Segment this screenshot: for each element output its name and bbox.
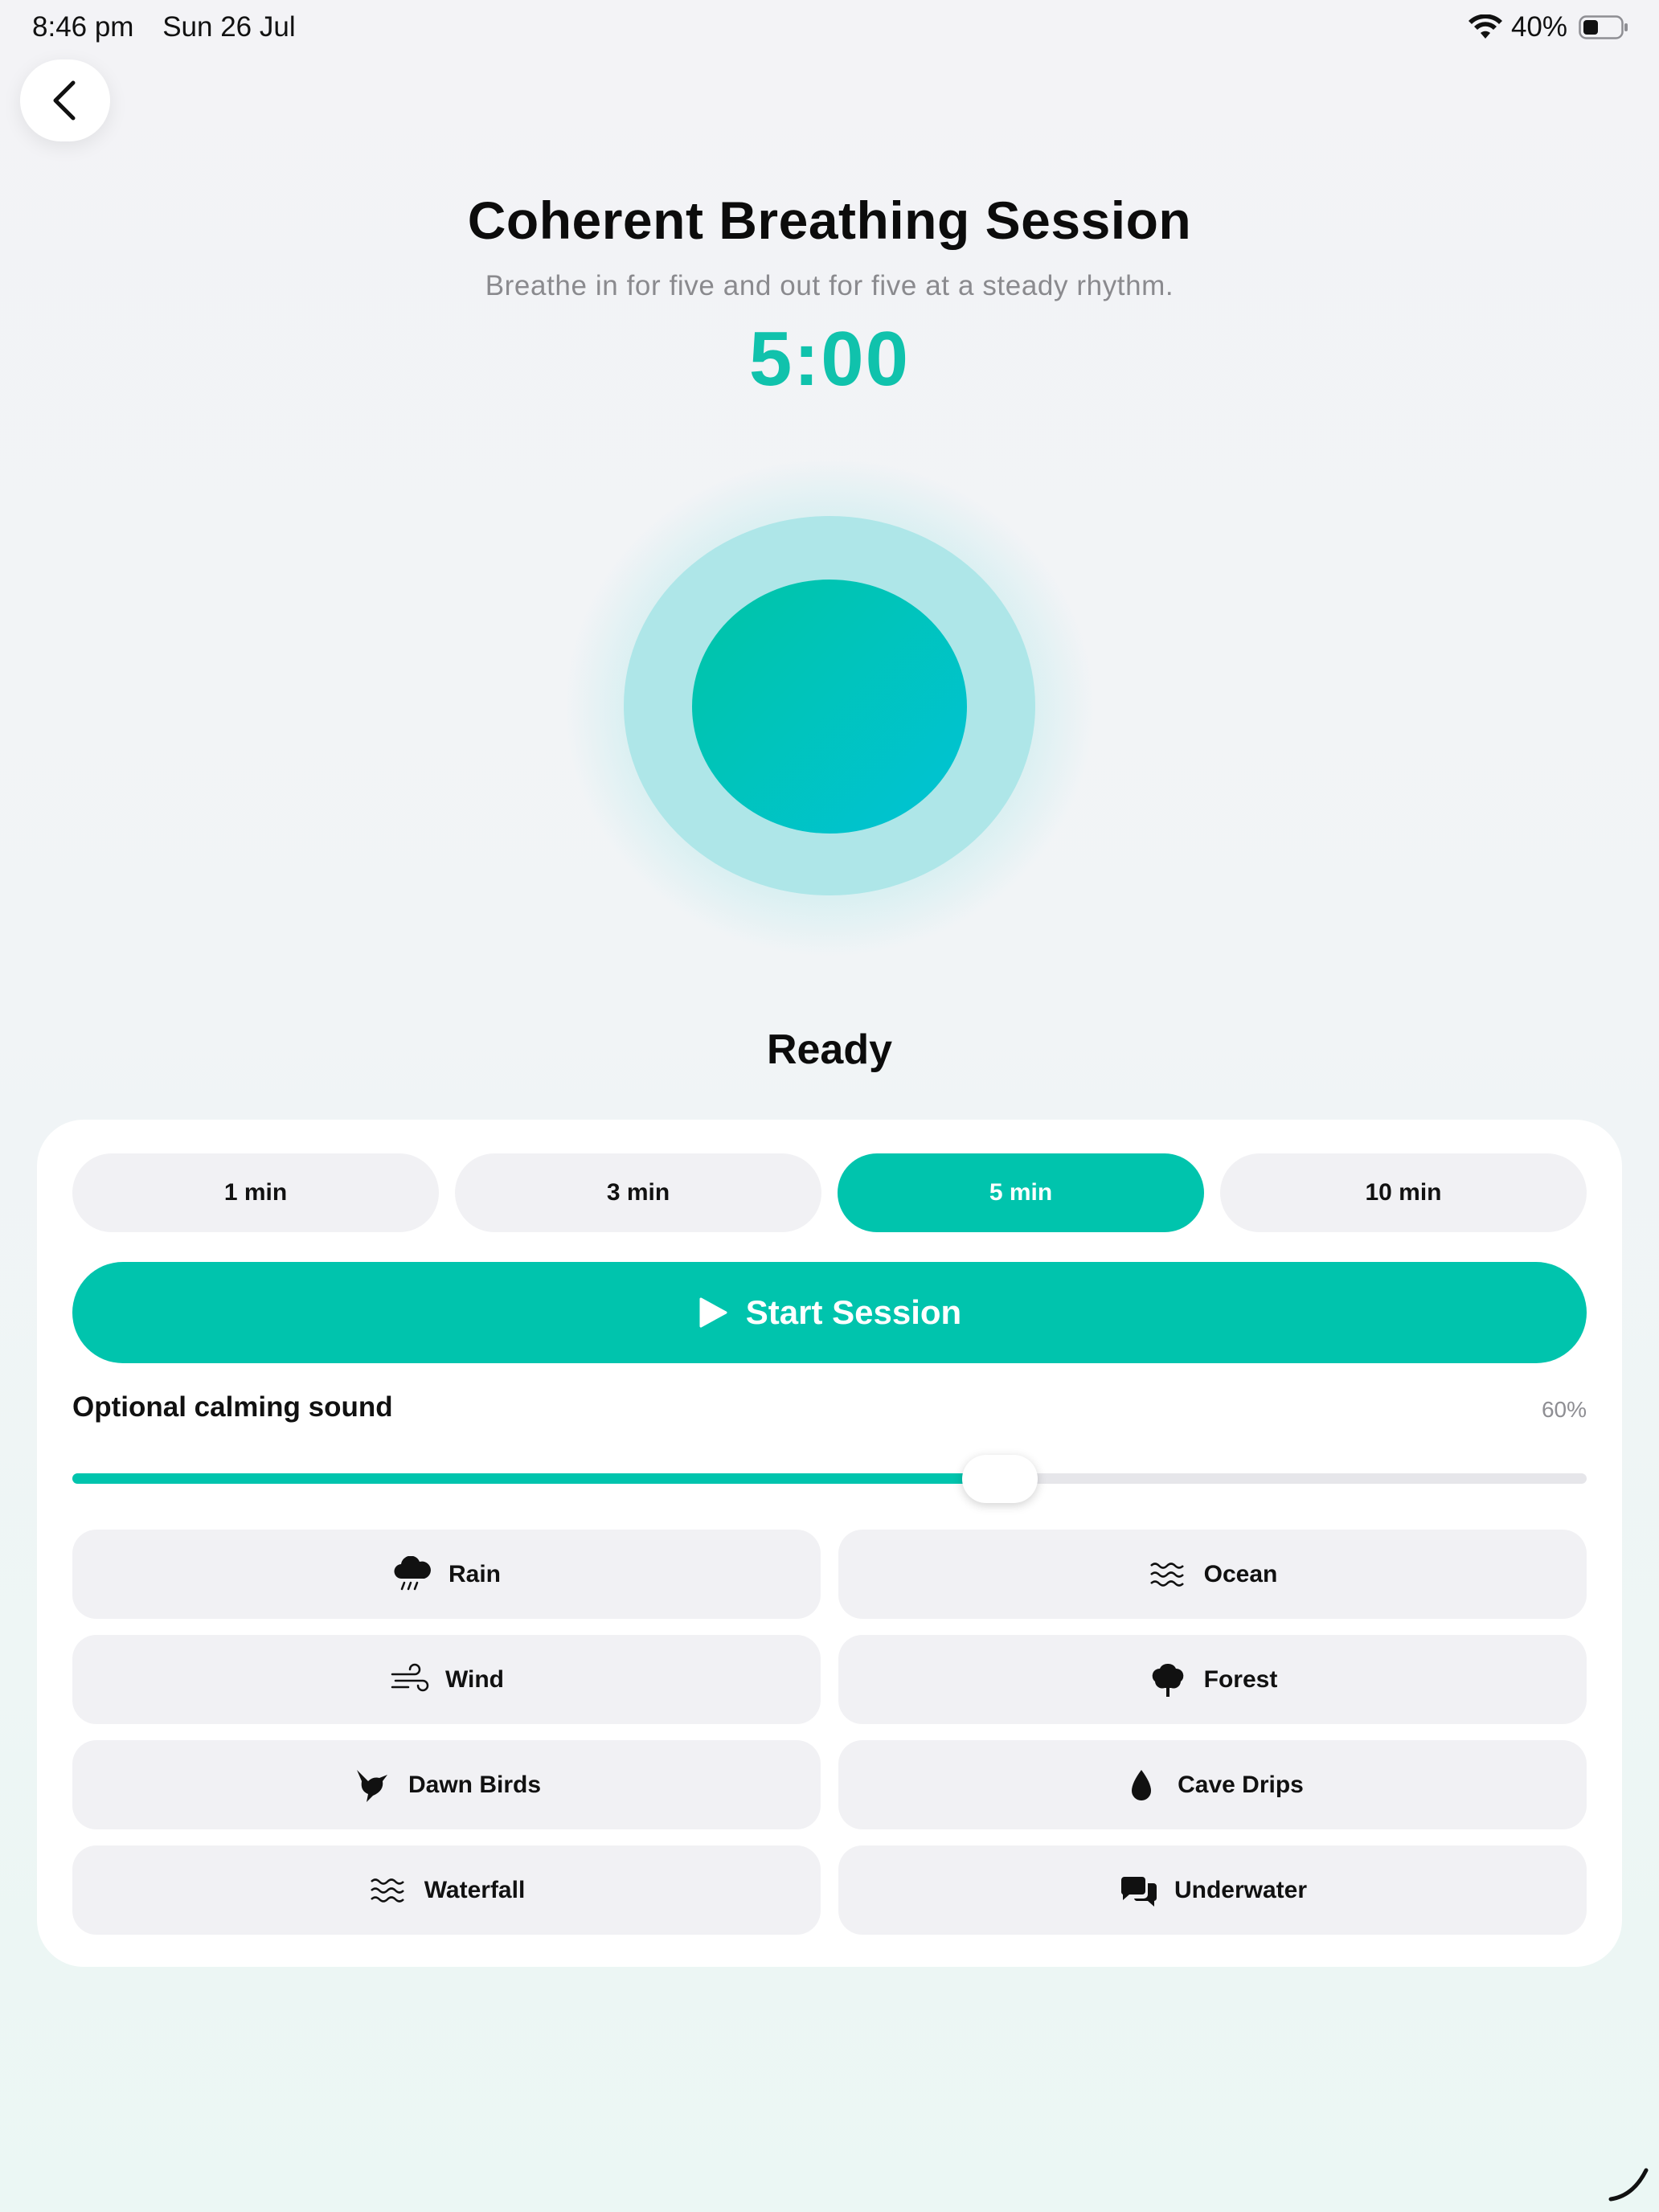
sound-option-label: Rain — [448, 1560, 501, 1587]
drop-icon — [1132, 1769, 1152, 1800]
chevron-left-icon — [53, 80, 76, 121]
status-time-date: 8:46 pm Sun 26 Jul — [32, 11, 296, 43]
volume-slider-thumb[interactable] — [962, 1455, 1038, 1503]
battery-percent: 40% — [1510, 11, 1567, 43]
breathing-phase-label: Ready — [766, 1026, 893, 1073]
sound-option-underwater[interactable]: Underwater — [838, 1845, 1587, 1935]
sound-option-label: Underwater — [1174, 1876, 1308, 1903]
sound-option-label: Waterfall — [424, 1876, 526, 1903]
duration-10-min[interactable]: 10 min — [1220, 1153, 1587, 1232]
page-title: Coherent Breathing Session — [467, 190, 1192, 250]
sound-option-waterfall[interactable]: Waterfall — [72, 1845, 821, 1935]
sound-option-label: Dawn Birds — [408, 1771, 542, 1798]
battery-icon — [1579, 15, 1628, 39]
start-session-label: Start Session — [745, 1293, 962, 1331]
duration-1-min[interactable]: 1 min — [72, 1153, 439, 1232]
session-timer: 5:00 — [748, 316, 911, 402]
duration-3-min[interactable]: 3 min — [455, 1153, 821, 1232]
duration-selector: 1 min 3 min 5 min 10 min — [72, 1153, 1587, 1232]
duration-5-min[interactable]: 5 min — [838, 1153, 1204, 1232]
speech-bubbles-icon — [1120, 1876, 1157, 1907]
waves-icon — [1149, 1562, 1184, 1587]
back-button[interactable] — [20, 59, 110, 141]
status-date: Sun 26 Jul — [162, 11, 296, 43]
bird-icon — [356, 1769, 387, 1802]
status-bar: 8:46 pm Sun 26 Jul 40% — [0, 0, 1659, 59]
sound-option-label: Forest — [1203, 1665, 1278, 1693]
calming-sound-label: Optional calming sound — [72, 1391, 393, 1423]
sound-options: Rain Ocean Wind Forest Dawn Birds Cave D… — [72, 1530, 1587, 1935]
controls-panel: 1 min 3 min 5 min 10 min Start Session O… — [37, 1120, 1622, 1967]
play-icon — [699, 1297, 727, 1328]
volume-slider[interactable] — [72, 1455, 1587, 1503]
tree-icon — [1152, 1663, 1184, 1697]
volume-slider-fill — [72, 1473, 981, 1484]
sound-option-dawn-birds[interactable]: Dawn Birds — [72, 1740, 821, 1829]
sound-option-forest[interactable]: Forest — [838, 1635, 1587, 1724]
sound-option-rain[interactable]: Rain — [72, 1530, 821, 1619]
sound-option-ocean[interactable]: Ocean — [838, 1530, 1587, 1619]
volume-value: 60% — [1541, 1397, 1587, 1422]
sound-option-cave-drips[interactable]: Cave Drips — [838, 1740, 1587, 1829]
waves-icon — [370, 1878, 404, 1903]
rain-cloud-icon — [394, 1555, 431, 1590]
page-subtitle: Breathe in for five and out for five at … — [485, 270, 1174, 301]
start-session-button[interactable]: Start Session — [72, 1262, 1587, 1363]
wifi-icon — [1468, 14, 1502, 39]
sound-option-label: Cave Drips — [1178, 1771, 1304, 1798]
status-indicators: 40% — [1468, 11, 1628, 43]
scribble-indicator-icon — [1608, 2168, 1649, 2202]
wind-icon — [391, 1663, 429, 1691]
status-time: 8:46 pm — [32, 11, 134, 43]
sound-option-label: Wind — [444, 1665, 505, 1693]
sound-option-label: Ocean — [1203, 1560, 1278, 1587]
sound-option-wind[interactable]: Wind — [72, 1635, 821, 1724]
breathing-circle — [692, 580, 967, 834]
